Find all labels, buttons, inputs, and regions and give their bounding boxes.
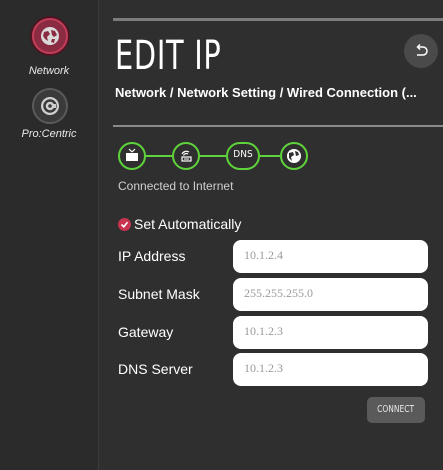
dns-label: DNS: [233, 149, 253, 160]
subnet-mask-input[interactable]: 255.255.255.0: [233, 278, 428, 311]
sidebar-item-label: Pro:Centric: [21, 128, 77, 140]
set-automatically-label: Set Automatically: [134, 216, 242, 232]
dns-server-row: DNS Server 10.1.2.3: [118, 353, 430, 387]
network-globe-icon: [32, 18, 68, 54]
ip-address-label: IP Address: [118, 248, 186, 264]
edit-ip-screen: Network Pro:Centric EDIT IP Network / Ne…: [0, 0, 443, 470]
connection-status-text: Connected to Internet: [118, 179, 234, 193]
tv-icon: [118, 142, 146, 170]
dns-icon: DNS: [226, 142, 260, 170]
header-divider: [113, 18, 443, 21]
section-divider: [113, 125, 443, 127]
sidebar-item-procentric[interactable]: Pro:Centric: [0, 88, 98, 158]
procentric-icon: [32, 88, 68, 124]
back-arrow-icon: [416, 43, 428, 56]
router-icon: [172, 142, 200, 170]
connect-button[interactable]: CONNECT: [367, 397, 425, 423]
connect-button-label: CONNECT: [377, 404, 415, 415]
status-connector: [200, 155, 226, 157]
connection-status-diagram: DNS: [115, 142, 315, 172]
page-title: EDIT IP: [115, 33, 222, 79]
gateway-label: Gateway: [118, 324, 174, 340]
ip-address-row: IP Address 10.1.2.4: [118, 240, 430, 274]
globe-icon: [280, 142, 308, 170]
sidebar: Network Pro:Centric: [0, 0, 99, 470]
status-connector: [146, 155, 172, 157]
dns-server-input[interactable]: 10.1.2.3: [233, 353, 428, 386]
sidebar-item-label: Network: [28, 65, 70, 77]
dns-server-label: DNS Server: [118, 361, 193, 377]
checkmark-icon: [118, 218, 131, 231]
breadcrumb: Network / Network Setting / Wired Connec…: [115, 85, 417, 100]
subnet-mask-label: Subnet Mask: [118, 286, 200, 302]
status-connector: [260, 155, 280, 157]
ip-address-input[interactable]: 10.1.2.4: [233, 240, 428, 273]
gateway-row: Gateway 10.1.2.3: [118, 316, 430, 350]
sidebar-item-network[interactable]: Network: [0, 18, 98, 88]
subnet-mask-row: Subnet Mask 255.255.255.0: [118, 278, 430, 312]
gateway-input[interactable]: 10.1.2.3: [233, 316, 428, 349]
back-button[interactable]: [404, 34, 438, 68]
